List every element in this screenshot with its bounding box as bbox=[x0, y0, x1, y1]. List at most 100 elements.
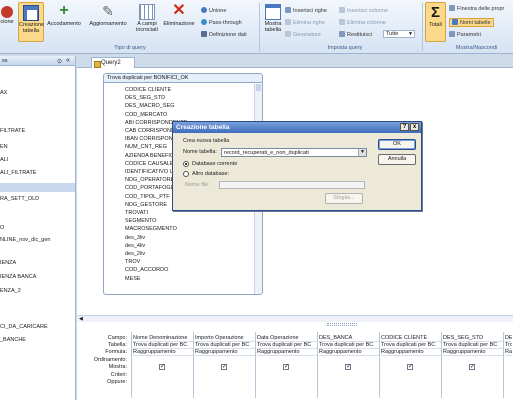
field-item[interactable]: NUM_CNT_REG bbox=[125, 144, 167, 150]
grid-cell-tabella[interactable]: Trova duplicati per BC bbox=[195, 342, 255, 349]
grid-cell-campo[interactable]: CODICE CLIENTE bbox=[381, 335, 441, 342]
nav-item[interactable]: CI_DA_CARICARE bbox=[0, 324, 48, 330]
grid-cell-formula[interactable]: Ra bbox=[505, 349, 512, 356]
grid-cell-formula[interactable]: Raggruppamento bbox=[319, 349, 379, 356]
field-item[interactable]: DES_MACRO_SEG bbox=[125, 103, 175, 109]
field-item[interactable]: TROV bbox=[125, 259, 140, 265]
file-name-input[interactable] bbox=[219, 181, 365, 189]
grid-column[interactable]: DETroRa bbox=[503, 332, 512, 398]
esecuzione-button[interactable]: cione bbox=[0, 2, 18, 42]
aggiornamento-button[interactable]: ✎ Aggiornamento bbox=[85, 2, 131, 42]
grid-column[interactable]: DES_SEG_STD Trova duplicati per BC Raggrup… bbox=[441, 332, 503, 398]
accodamento-button[interactable]: + Accodamento bbox=[45, 2, 83, 42]
field-item[interactable]: des_2liv bbox=[125, 251, 145, 257]
pass-through-button[interactable]: Pass-through bbox=[201, 19, 242, 26]
nav-item[interactable]: IENZA BANCA bbox=[0, 274, 36, 280]
grid-cell-campo[interactable]: Nome Denominazione bbox=[133, 335, 193, 342]
browse-button[interactable]: Sfoglia... bbox=[325, 193, 363, 204]
restituisci-select[interactable]: Tutte ▼ bbox=[383, 30, 415, 38]
field-item[interactable]: MESE bbox=[125, 276, 141, 282]
table-pane-hscrollbar[interactable]: ◀ bbox=[77, 315, 513, 322]
field-item[interactable]: des_3liv bbox=[125, 235, 145, 241]
field-item[interactable]: COD_TIPOL_PTF bbox=[125, 194, 170, 200]
nav-item[interactable]: FILTRATE bbox=[0, 128, 25, 134]
collapse-icon[interactable]: « bbox=[66, 57, 70, 64]
nav-item[interactable]: EN bbox=[0, 144, 8, 150]
mostra-tabella-button[interactable]: Mostra tabella bbox=[262, 2, 284, 42]
chevron-down-icon[interactable]: ⊙ bbox=[57, 58, 62, 65]
grid-column[interactable]: DES_BANCA Trova duplicati per BC Raggruppa… bbox=[317, 332, 379, 398]
grid-column[interactable]: Nome Denominazione Trova duplicati per BC… bbox=[131, 332, 193, 398]
nomi-tabelle-button[interactable]: Nomi tabelle bbox=[449, 18, 494, 27]
field-item[interactable]: NDG_GESTORE bbox=[125, 202, 167, 208]
show-checkbox[interactable]: ✓ bbox=[159, 364, 165, 370]
field-item[interactable]: COD_MERCATO bbox=[125, 112, 167, 118]
close-button[interactable]: x bbox=[410, 123, 419, 131]
field-item[interactable]: DES_SEG_STD bbox=[125, 95, 165, 101]
grid-cell-tabella[interactable]: Trova duplicati per BC bbox=[319, 342, 379, 349]
show-checkbox[interactable]: ✓ bbox=[469, 364, 475, 370]
nav-item[interactable]: NLINE_nov_dic_gen bbox=[0, 237, 50, 243]
show-checkbox[interactable]: ✓ bbox=[283, 364, 289, 370]
show-checkbox[interactable]: ✓ bbox=[221, 364, 227, 370]
grid-cell-formula[interactable]: Raggruppamento bbox=[381, 349, 441, 356]
scroll-left-icon[interactable]: ◀ bbox=[79, 316, 83, 322]
parametri-button[interactable]: Parametri bbox=[449, 31, 481, 38]
nav-header[interactable]: ss ⊙ « bbox=[0, 56, 75, 66]
grid-cell-tabella[interactable]: Trova duplicati per BC bbox=[133, 342, 193, 349]
nav-item[interactable]: _BANCHE bbox=[0, 337, 26, 343]
grid-column[interactable]: Importo Operazione Trova duplicati per BC… bbox=[193, 332, 255, 398]
tab-query2[interactable]: Query2 bbox=[91, 57, 135, 68]
table-name-input[interactable]: record_recuperati_e_non_duplicati ▼ bbox=[221, 148, 367, 157]
grid-cell-campo[interactable]: DES_SEG_STD bbox=[443, 335, 503, 342]
field-item[interactable]: CODICE CLIENTE bbox=[125, 87, 171, 93]
eliminazione-button[interactable]: ✕ Eliminazione bbox=[161, 2, 197, 42]
nav-item[interactable]: IENZA bbox=[0, 260, 16, 266]
field-item[interactable]: MACROSEGMENTO bbox=[125, 226, 177, 232]
cancel-button[interactable]: Annulla bbox=[378, 154, 416, 165]
field-item[interactable]: COD_ACCORDO bbox=[125, 267, 168, 273]
ok-button[interactable]: OK bbox=[378, 139, 416, 150]
grid-cell-tabella[interactable]: Trova duplicati per BC bbox=[443, 342, 503, 349]
grid-cell-tabella[interactable]: Trova duplicati per BC bbox=[257, 342, 317, 349]
grid-cell-formula[interactable]: Raggruppamento bbox=[195, 349, 255, 356]
campi-incrociati-button[interactable]: A campi incrociati bbox=[133, 2, 161, 42]
help-button[interactable]: ? bbox=[400, 123, 409, 131]
finestra-proprieta-button[interactable]: Finestra delle propr bbox=[449, 5, 504, 12]
elimina-righe-button[interactable]: Elimina righe bbox=[285, 19, 325, 26]
grid-cell-campo[interactable]: Importo Operazione bbox=[195, 335, 255, 342]
nav-item[interactable]: ENZA_2 bbox=[0, 288, 21, 294]
nav-item[interactable] bbox=[0, 183, 75, 192]
chevron-down-icon[interactable]: ▼ bbox=[358, 149, 366, 156]
radio-altro-database[interactable] bbox=[183, 171, 189, 177]
unione-button[interactable]: Unione bbox=[201, 7, 226, 14]
nav-item[interactable]: AX bbox=[0, 90, 7, 96]
inserisci-righe-button[interactable]: Inserisci righe bbox=[285, 7, 327, 14]
grid-cell-formula[interactable]: Raggruppamento bbox=[133, 349, 193, 356]
grid-cell-campo[interactable]: Data Operazione bbox=[257, 335, 317, 342]
radio-database-corrente[interactable] bbox=[183, 161, 189, 167]
grid-column[interactable]: Data Operazione Trova duplicati per BC Rag… bbox=[255, 332, 317, 398]
grid-cell-formula[interactable]: Raggruppamento bbox=[443, 349, 503, 356]
show-checkbox[interactable]: ✓ bbox=[407, 364, 413, 370]
elimina-colonne-button[interactable]: Elimina colonne bbox=[339, 19, 386, 26]
nav-item[interactable]: RA_SETT_OLD bbox=[0, 196, 39, 202]
field-item[interactable]: SEGMENTO bbox=[125, 218, 156, 224]
scroll-up-icon[interactable] bbox=[256, 84, 261, 91]
nav-item[interactable]: ALI bbox=[0, 157, 8, 163]
grid-cell-tabella[interactable]: Tro bbox=[505, 342, 512, 349]
field-item[interactable]: TROVATI bbox=[125, 210, 148, 216]
grid-cell-campo[interactable]: DES_BANCA bbox=[319, 335, 379, 342]
field-item[interactable]: NDG_OPERATORE bbox=[125, 177, 174, 183]
nav-item[interactable]: ALI_FILTRATE bbox=[0, 170, 36, 176]
field-item[interactable]: CODICE CAUSALE bbox=[125, 161, 174, 167]
grid-column[interactable]: CODICE CLIENTE Trova duplicati per BC Ragg… bbox=[379, 332, 441, 398]
grid-cell-formula[interactable]: Raggruppamento bbox=[257, 349, 317, 356]
grid-cell-campo[interactable]: DE bbox=[505, 335, 512, 342]
field-item[interactable]: des_4liv bbox=[125, 243, 145, 249]
creazione-tabella-button[interactable]: Creazione tabella bbox=[18, 2, 44, 42]
grid-cell-tabella[interactable]: Trova duplicati per BC bbox=[381, 342, 441, 349]
totali-button[interactable]: Σ Totali bbox=[425, 2, 446, 42]
show-checkbox[interactable]: ✓ bbox=[345, 364, 351, 370]
generatore-button[interactable]: Generatore bbox=[285, 31, 321, 38]
